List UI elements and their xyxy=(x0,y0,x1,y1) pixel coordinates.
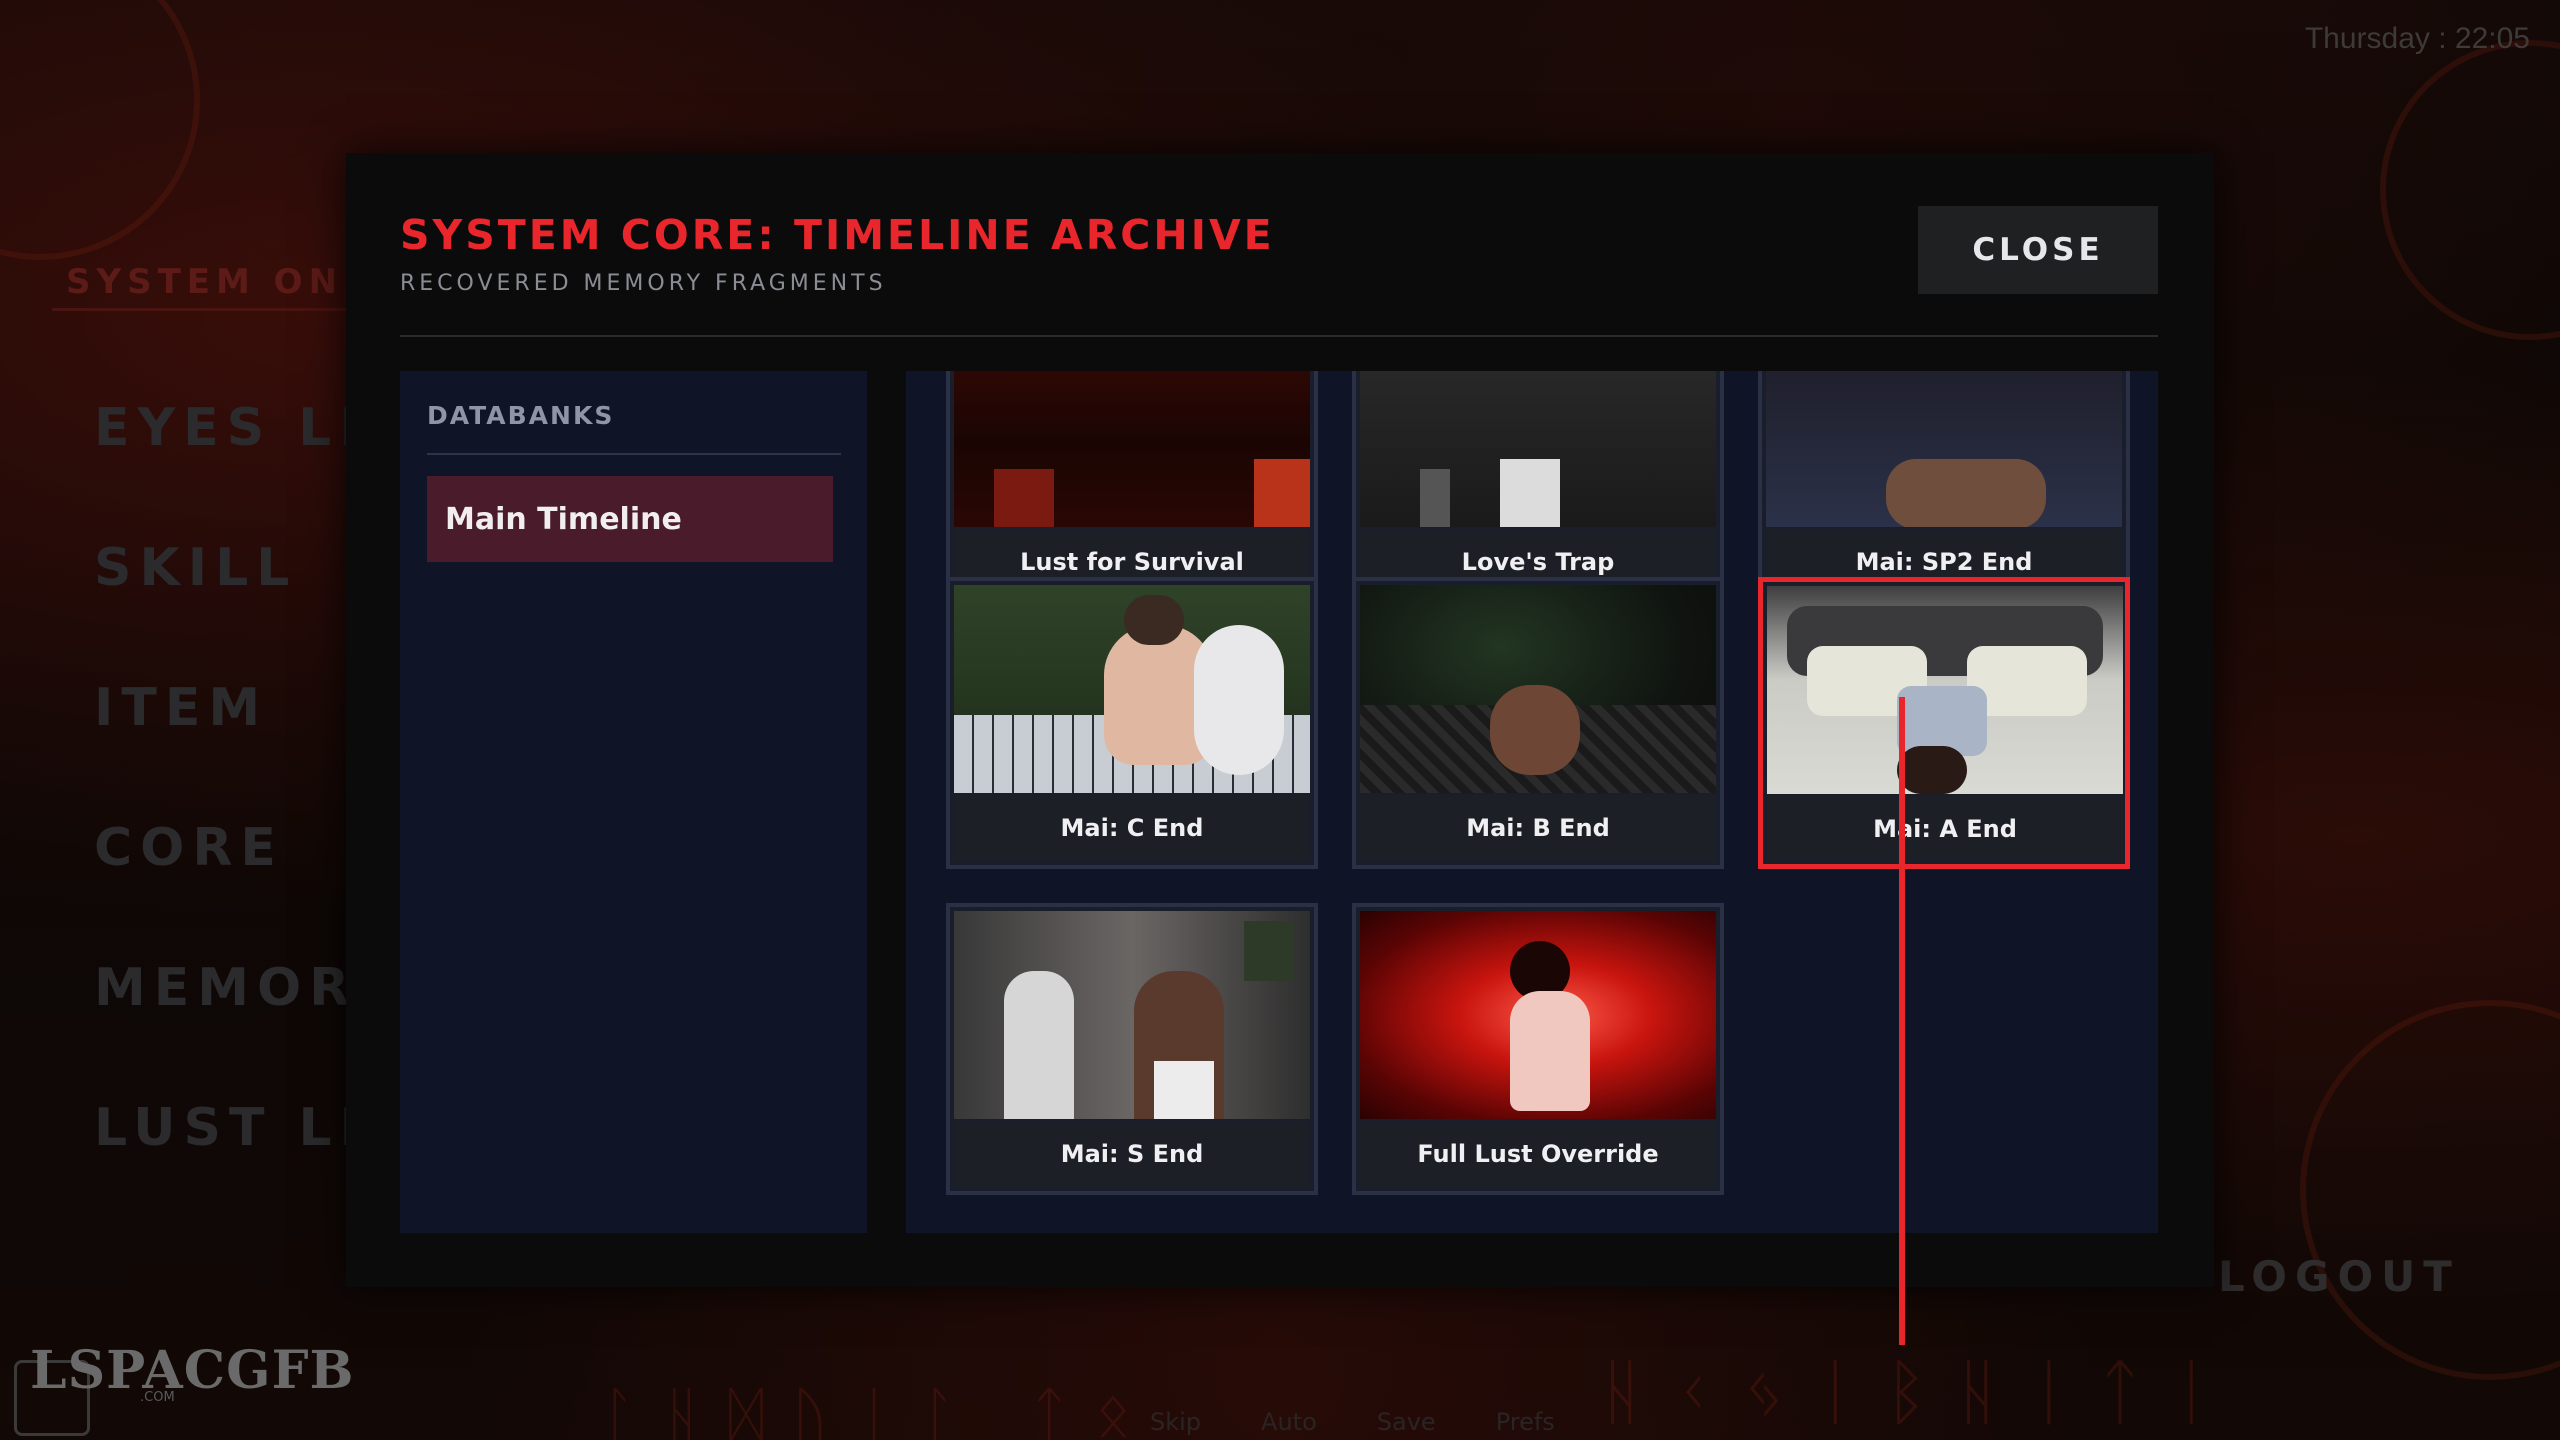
modal-title: SYSTEM CORE: TIMELINE ARCHIVE xyxy=(400,211,1275,259)
card-title: Mai: C End xyxy=(954,795,1310,861)
menu-item-core[interactable]: CORE xyxy=(94,818,284,878)
thumbnail-scene-element xyxy=(1490,685,1580,775)
game-screen: ᚺᚲᛃᛁᛒᚺᛁᛏᛁ ᛚᚺᛞᚢᛁᛚ ᛏᛟ Thursday : 22:05 SYS… xyxy=(0,0,2560,1440)
watermark-sub: .COM xyxy=(140,1390,175,1405)
thumbnail-scene-element xyxy=(1886,459,2046,527)
watermark-logo: LSPACGFB xyxy=(30,1340,355,1401)
thumbnail-scene-element xyxy=(1420,469,1450,527)
background-glyphs: ᛚᚺᛞᚢᛁᛚ ᛏᛟ xyxy=(600,1380,1160,1440)
prefs-button[interactable]: Prefs xyxy=(1496,1408,1555,1436)
card-thumbnail xyxy=(1360,585,1716,793)
card-thumbnail xyxy=(1360,911,1716,1119)
auto-button[interactable]: Auto xyxy=(1261,1408,1317,1436)
card-thumbnail xyxy=(954,911,1310,1119)
gallery-card[interactable]: Mai: SP2 End xyxy=(1758,371,2130,603)
databanks-heading: DATABANKS xyxy=(427,401,615,430)
gallery-card[interactable]: Lust for Survival xyxy=(946,371,1318,603)
background-ring-decoration xyxy=(2380,40,2560,340)
gallery-panel: Lust for Survival Love's Trap Mai: SP2 E… xyxy=(906,371,2158,1233)
thumbnail-scene-element xyxy=(1194,625,1284,775)
gallery-card[interactable]: Mai: C End xyxy=(946,577,1318,869)
modal-subtitle: RECOVERED MEMORY FRAGMENTS xyxy=(400,271,887,296)
gallery-card[interactable]: Mai: S End xyxy=(946,903,1318,1195)
clock-display: Thursday : 22:05 xyxy=(2304,22,2530,55)
gallery-card[interactable]: Full Lust Override xyxy=(1352,903,1724,1195)
databanks-divider xyxy=(427,453,841,455)
background-ring-decoration xyxy=(2300,1000,2560,1380)
thumbnail-scene-element xyxy=(1897,746,1967,794)
card-title: Full Lust Override xyxy=(1360,1121,1716,1187)
gallery-grid[interactable]: Lust for Survival Love's Trap Mai: SP2 E… xyxy=(906,371,2158,1233)
skip-button[interactable]: Skip xyxy=(1150,1408,1201,1436)
thumbnail-scene-element xyxy=(1500,459,1560,527)
card-title: Mai: S End xyxy=(954,1121,1310,1187)
thumbnail-scene-element xyxy=(994,469,1054,527)
gallery-card[interactable]: Love's Trap xyxy=(1352,371,1724,603)
thumbnail-scene-element xyxy=(1254,459,1310,527)
background-ring-decoration xyxy=(0,0,200,260)
save-button[interactable]: Save xyxy=(1377,1408,1436,1436)
background-glyphs: ᚺᚲᛃᛁᛒᚺᛁᛏᛁ xyxy=(1600,1350,2241,1434)
thumbnail-scene-element xyxy=(1124,595,1184,645)
card-title: Mai: B End xyxy=(1360,795,1716,861)
card-title: Mai: A End xyxy=(1767,796,2123,862)
gallery-card[interactable]: Mai: B End xyxy=(1352,577,1724,869)
menu-item-item[interactable]: ITEM xyxy=(94,678,268,738)
close-button[interactable]: CLOSE xyxy=(1918,206,2158,294)
thumbnail-scene-element xyxy=(1154,1061,1214,1119)
header-divider xyxy=(400,335,2158,337)
card-thumbnail xyxy=(1360,371,1716,527)
gallery-scrollbar[interactable] xyxy=(1899,697,1905,1345)
logout-button[interactable]: LOGOUT xyxy=(2218,1252,2460,1301)
card-thumbnail xyxy=(954,371,1310,527)
card-thumbnail xyxy=(1767,586,2123,794)
menu-item-skill[interactable]: SKILL xyxy=(94,538,297,598)
card-thumbnail xyxy=(1766,371,2122,527)
databanks-panel: DATABANKS Main Timeline xyxy=(400,371,867,1233)
thumbnail-scene-element xyxy=(1510,991,1590,1111)
gallery-card-selected[interactable]: Mai: A End xyxy=(1758,577,2130,869)
status-underline xyxy=(52,308,352,311)
quick-menu-bar: Skip Auto Save Prefs xyxy=(1150,1408,1555,1436)
databank-item-main-timeline[interactable]: Main Timeline xyxy=(427,476,833,562)
thumbnail-scene-element xyxy=(1004,971,1074,1119)
thumbnail-scene-element xyxy=(1244,921,1294,981)
timeline-archive-modal: SYSTEM CORE: TIMELINE ARCHIVE RECOVERED … xyxy=(346,153,2214,1345)
card-thumbnail xyxy=(954,585,1310,793)
